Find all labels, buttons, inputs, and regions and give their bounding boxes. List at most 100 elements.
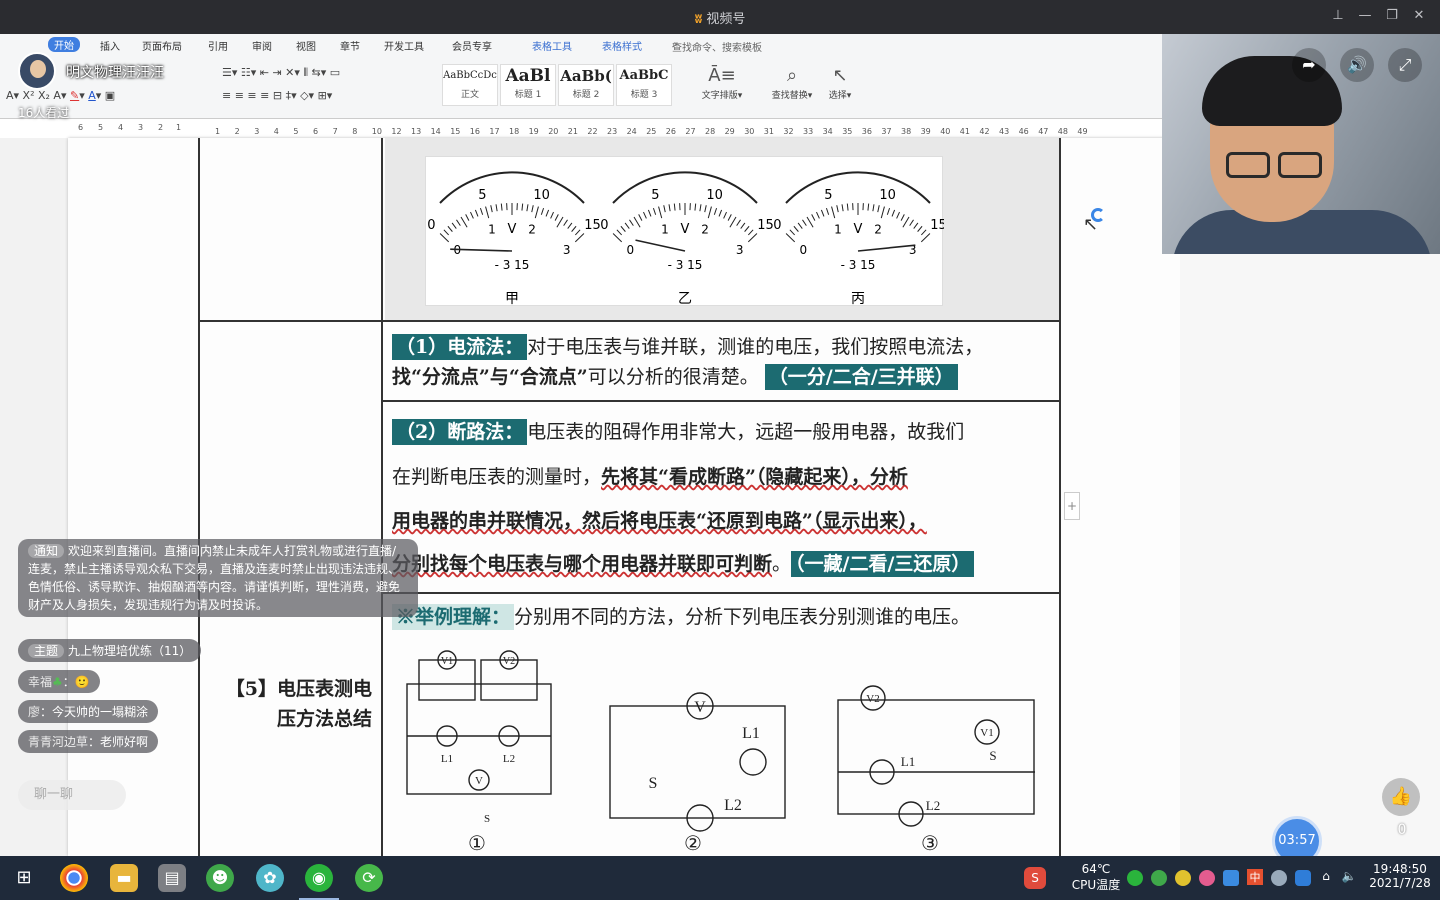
fullscreen-icon[interactable]: ⤢ [1388,48,1422,82]
method1-line2: 找“分流点”与“合流点”可以分析的很清楚。 （一分/二合/三并联） [392,362,958,390]
files-icon[interactable]: ▤ [158,864,186,892]
menu-table-tools[interactable]: 表格工具 [532,38,572,53]
ruler-mark: 23 [607,127,618,136]
volume-icon[interactable]: 🔊 [1340,48,1374,82]
list-format-tools[interactable]: ☰▾ ☷▾ ⇤ ⇥ ✕▾ ⫴ ⇆▾ ▭ [222,66,340,80]
clock[interactable]: 19:48:50 2021/7/28 [1362,862,1438,890]
notice-text: 欢迎来到直播间。直播间内禁止未成年人打赏礼物或进行直播/连麦，禁止主播诱导观众私… [28,544,401,612]
dial-tick [896,211,900,219]
method2-line4: 分别找每个电压表与哪个用电器并联即可判断。 （一藏/二看/三还原） [392,549,975,577]
ruler-mark: 25 [646,127,657,136]
menu-layout[interactable]: 页面布局 [142,38,182,53]
wechat-tray-icon[interactable] [1127,870,1143,886]
menu-view[interactable]: 视图 [296,38,316,53]
menu-home[interactable]: 开始 [48,37,80,52]
dial-tick [470,211,474,219]
network-icon[interactable]: ⌂ [1317,869,1335,883]
ime-indicator[interactable]: 中 [1247,869,1263,885]
frog-tray-icon[interactable] [1151,870,1167,886]
dial-tick [534,206,539,219]
close-button[interactable]: ✕ [1408,6,1430,26]
host-avatar[interactable] [18,52,56,90]
dial-tick [554,214,559,221]
menu-member[interactable]: 会员专享 [452,38,492,53]
voltmeter-dials: 05 101501 23V- 3 15甲05 101501 23V- 3 15乙05 10… [427,171,947,307]
menu-table-style[interactable]: 表格样式 [602,38,642,53]
ruler-mark: 2 [234,127,240,136]
paragraph-format-tools[interactable]: ≡ ≡ ≡ ≡ ⊟ ‡▾ ◇▾ ⊞▾ [222,89,332,102]
circuit-diagrams: V1 V2 V L1 L2 S V L1 L2 S V2 V1 L1 L2 S … [395,644,1055,856]
blue-tray-icon[interactable] [1223,870,1239,886]
style-heading-1[interactable]: AaBl 标题 1 [500,64,556,106]
menu-chapter[interactable]: 章节 [340,38,360,53]
dial-tick [699,204,702,212]
menu-insert[interactable]: 插入 [100,38,120,53]
chat-user: 廖 [28,705,41,719]
dial-tick [736,219,741,226]
dial-tick [624,222,630,229]
select-button[interactable]: ↖ 选择▾ [812,64,868,101]
like-count: 0 [1397,822,1407,838]
dial-scale-top: 0 [427,218,435,233]
green-app-icon[interactable]: ⟳ [355,864,383,892]
add-row-button[interactable]: + [1064,492,1080,520]
label-v1: V1 [441,656,453,667]
menu-review[interactable]: 审阅 [252,38,272,53]
windows-taskbar: ⊞ ▬ ▤ ☻ ✿ ◉ ⟳ S 64℃ CPU温度 中 ⌂ 🔈 19:48:50 2… [0,856,1440,900]
dial-scale-top: 10 [879,188,896,203]
disk-tray-icon[interactable] [1271,870,1287,886]
gear-flower-icon[interactable]: ✿ [256,864,284,892]
minimize-button[interactable]: — [1354,6,1376,26]
menu-references[interactable]: 引用 [208,38,228,53]
ruler-mark: 30 [744,127,755,136]
ruler-mark: 12 [391,127,402,136]
share-icon[interactable]: ➦ [1292,48,1326,82]
ruler-mark: 22 [587,127,598,136]
method2-text2: 在判断电压表的测量时， [392,466,602,488]
dial-terminals: - 3 15 [495,258,530,272]
method1-text2: 可以分析的很清楚。 [587,366,759,388]
label-v1: V1 [980,727,993,739]
host-info[interactable]: 明文物理汪汪汪 [18,52,208,92]
yellow-tray-icon[interactable] [1175,870,1191,886]
dial-arc [439,171,585,204]
text-layout-button[interactable]: Ā≡ 文字排版▾ [694,64,750,101]
menu-developer[interactable]: 开发工具 [384,38,424,53]
restore-button[interactable]: ❐ [1381,6,1403,26]
voltmeter-figure: 0 5 10 15 0 1 2 3 V - 3 15 甲 0 5 10 15 0 1 2 3 V - 3 15 乙 0 5 10… [425,156,947,307]
dial-tick [495,204,498,212]
window-titlebar: ʬ 视频号 ⊥ — ❐ ✕ [0,0,1440,34]
frog-icon[interactable]: ☻ [206,864,234,892]
dial-tick [616,229,623,236]
folder-icon[interactable]: ▬ [110,864,138,892]
speaker-icon[interactable]: 🔈 [1340,869,1358,883]
dial-scale-top: 10 [706,188,723,203]
dial-tick [740,222,746,229]
ruler-mark: 36 [861,127,872,136]
method1-label: （1）电流法： [392,334,528,360]
dial-tick [479,207,484,215]
style-heading-3[interactable]: AaBbC 标题 3 [616,64,672,106]
wechat-icon[interactable]: ◉ [305,864,333,892]
glasses-icon [1226,152,1270,178]
like-button[interactable]: 👍 [1382,778,1420,816]
dial-tick [485,206,490,219]
style-name: 标题 3 [630,90,658,100]
flower-tray-icon[interactable] [1199,870,1215,886]
dial-scale-top: 10 [533,188,550,203]
sogou-icon[interactable]: S [1024,867,1046,889]
table-left-column [198,138,383,856]
ruler-mark: 1 [176,123,182,132]
start-icon[interactable]: ⊞ [10,864,38,892]
pin-icon[interactable]: ⊥ [1327,6,1349,26]
style-preview: AaBl [505,66,551,86]
style-heading-2[interactable]: AaBb(标题 2 [558,64,614,106]
dial-tick [439,233,450,243]
ruler-mark: 35 [842,127,853,136]
circuit-number: ① [468,833,486,855]
dial-tick [820,209,825,217]
chrome-icon[interactable] [60,864,88,892]
chat-input[interactable]: 聊一聊 [18,780,126,810]
shield-icon[interactable] [1295,870,1311,886]
style-normal[interactable]: AaBbCcDc 正文 [442,64,498,106]
